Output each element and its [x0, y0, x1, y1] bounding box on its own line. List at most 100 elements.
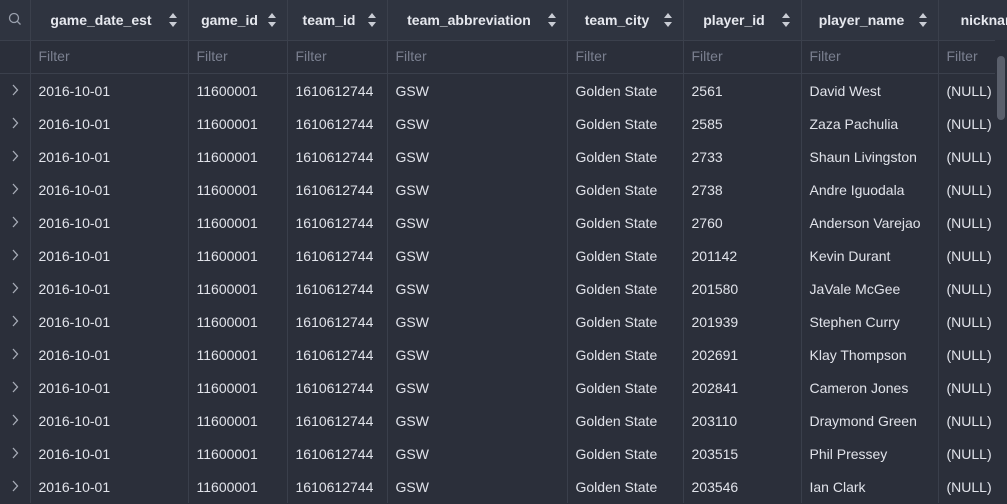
- table-cell[interactable]: 2016-10-01: [30, 140, 189, 173]
- table-cell[interactable]: Cameron Jones: [801, 371, 939, 404]
- table-cell[interactable]: GSW: [387, 338, 568, 371]
- table-cell[interactable]: 2738: [683, 173, 802, 206]
- table-cell[interactable]: GSW: [387, 206, 568, 239]
- table-cell[interactable]: 2016-10-01: [30, 272, 189, 305]
- table-cell[interactable]: 2561: [683, 73, 802, 107]
- table-cell[interactable]: 1610612744: [287, 272, 388, 305]
- table-cell[interactable]: Klay Thompson: [801, 338, 939, 371]
- table-cell[interactable]: 1610612744: [287, 73, 388, 107]
- table-cell[interactable]: David West: [801, 73, 939, 107]
- column-header-7[interactable]: nicknam: [938, 0, 1007, 41]
- table-cell[interactable]: 11600001: [188, 437, 288, 470]
- table-cell[interactable]: 2016-10-01: [30, 305, 189, 338]
- table-cell[interactable]: 2016-10-01: [30, 404, 189, 437]
- table-row[interactable]: 2016-10-01 11600001 1610612744 GSW Golden St…: [0, 272, 1007, 305]
- table-cell[interactable]: 1610612744: [287, 404, 388, 437]
- filter-input-6[interactable]: [809, 48, 930, 64]
- table-cell[interactable]: 1610612744: [287, 239, 388, 272]
- table-row[interactable]: 2016-10-01 11600001 1610612744 GSW Golden St…: [0, 470, 1007, 503]
- table-cell[interactable]: 2016-10-01: [30, 206, 189, 239]
- table-row[interactable]: 2016-10-01 11600001 1610612744 GSW Golden St…: [0, 371, 1007, 404]
- table-row[interactable]: 2016-10-01 11600001 1610612744 GSW Golden St…: [0, 107, 1007, 140]
- table-cell[interactable]: Golden State: [567, 140, 684, 173]
- sort-icon[interactable]: [547, 11, 557, 29]
- table-cell[interactable]: Andre Iguodala: [801, 173, 939, 206]
- table-row[interactable]: 2016-10-01 11600001 1610612744 GSW Golden St…: [0, 173, 1007, 206]
- table-cell[interactable]: 1610612744: [287, 206, 388, 239]
- table-cell[interactable]: 2733: [683, 140, 802, 173]
- table-row[interactable]: 2016-10-01 11600001 1610612744 GSW Golden St…: [0, 239, 1007, 272]
- table-cell[interactable]: 2016-10-01: [30, 338, 189, 371]
- table-row[interactable]: 2016-10-01 11600001 1610612744 GSW Golden St…: [0, 404, 1007, 437]
- table-cell[interactable]: 11600001: [188, 140, 288, 173]
- table-cell[interactable]: Golden State: [567, 107, 684, 140]
- table-row[interactable]: 2016-10-01 11600001 1610612744 GSW Golden St…: [0, 206, 1007, 239]
- table-cell[interactable]: JaVale McGee: [801, 272, 939, 305]
- table-cell[interactable]: GSW: [387, 140, 568, 173]
- vertical-scrollbar[interactable]: [995, 40, 1007, 504]
- sort-icon[interactable]: [918, 11, 928, 29]
- column-header-6[interactable]: player_name: [801, 0, 939, 41]
- table-cell[interactable]: 2016-10-01: [30, 239, 189, 272]
- sort-icon[interactable]: [663, 11, 673, 29]
- table-cell[interactable]: 11600001: [188, 404, 288, 437]
- table-cell[interactable]: GSW: [387, 173, 568, 206]
- table-cell[interactable]: 2585: [683, 107, 802, 140]
- sort-icon[interactable]: [168, 11, 178, 29]
- table-cell[interactable]: 1610612744: [287, 173, 388, 206]
- table-cell[interactable]: 2016-10-01: [30, 107, 189, 140]
- table-cell[interactable]: 11600001: [188, 272, 288, 305]
- table-cell[interactable]: 203110: [683, 404, 802, 437]
- table-row[interactable]: 2016-10-01 11600001 1610612744 GSW Golden St…: [0, 140, 1007, 173]
- table-cell[interactable]: 11600001: [188, 371, 288, 404]
- table-cell[interactable]: Golden State: [567, 239, 684, 272]
- table-cell[interactable]: Golden State: [567, 338, 684, 371]
- table-cell[interactable]: GSW: [387, 437, 568, 470]
- table-cell[interactable]: 201939: [683, 305, 802, 338]
- table-cell[interactable]: 11600001: [188, 173, 288, 206]
- filter-input-3[interactable]: [395, 48, 559, 64]
- expand-row-button[interactable]: [0, 305, 31, 338]
- column-header-2[interactable]: team_id: [287, 0, 388, 41]
- table-cell[interactable]: 2016-10-01: [30, 470, 189, 503]
- table-cell[interactable]: Shaun Livingston: [801, 140, 939, 173]
- table-cell[interactable]: 11600001: [188, 239, 288, 272]
- filter-input-5[interactable]: [691, 48, 793, 64]
- table-cell[interactable]: GSW: [387, 239, 568, 272]
- table-cell[interactable]: 1610612744: [287, 305, 388, 338]
- column-header-3[interactable]: team_abbreviation: [387, 0, 568, 41]
- filter-input-2[interactable]: [295, 48, 379, 64]
- expand-row-button[interactable]: [0, 206, 31, 239]
- table-cell[interactable]: Zaza Pachulia: [801, 107, 939, 140]
- expand-row-button[interactable]: [0, 404, 31, 437]
- expand-row-button[interactable]: [0, 371, 31, 404]
- table-cell[interactable]: 201580: [683, 272, 802, 305]
- table-cell[interactable]: Anderson Varejao: [801, 206, 939, 239]
- filter-input-4[interactable]: [575, 48, 675, 64]
- table-cell[interactable]: GSW: [387, 404, 568, 437]
- column-header-1[interactable]: game_id: [188, 0, 288, 41]
- table-cell[interactable]: Golden State: [567, 470, 684, 503]
- table-cell[interactable]: 11600001: [188, 305, 288, 338]
- table-row[interactable]: 2016-10-01 11600001 1610612744 GSW Golden St…: [0, 437, 1007, 470]
- table-cell[interactable]: GSW: [387, 107, 568, 140]
- expand-row-button[interactable]: [0, 73, 31, 107]
- table-cell[interactable]: 2016-10-01: [30, 173, 189, 206]
- sort-icon[interactable]: [781, 11, 791, 29]
- table-cell[interactable]: Draymond Green: [801, 404, 939, 437]
- table-cell[interactable]: Golden State: [567, 305, 684, 338]
- expand-row-button[interactable]: [0, 470, 31, 503]
- table-cell[interactable]: 11600001: [188, 73, 288, 107]
- sort-icon[interactable]: [267, 11, 277, 29]
- table-cell[interactable]: Golden State: [567, 404, 684, 437]
- table-row[interactable]: 2016-10-01 11600001 1610612744 GSW Golden St…: [0, 305, 1007, 338]
- table-cell[interactable]: Kevin Durant: [801, 239, 939, 272]
- table-cell[interactable]: Stephen Curry: [801, 305, 939, 338]
- column-header-4[interactable]: team_city: [567, 0, 684, 41]
- column-header-5[interactable]: player_id: [683, 0, 802, 41]
- table-cell[interactable]: GSW: [387, 371, 568, 404]
- table-cell[interactable]: 2016-10-01: [30, 73, 189, 107]
- table-cell[interactable]: 11600001: [188, 206, 288, 239]
- table-cell[interactable]: 202841: [683, 371, 802, 404]
- expand-row-button[interactable]: [0, 437, 31, 470]
